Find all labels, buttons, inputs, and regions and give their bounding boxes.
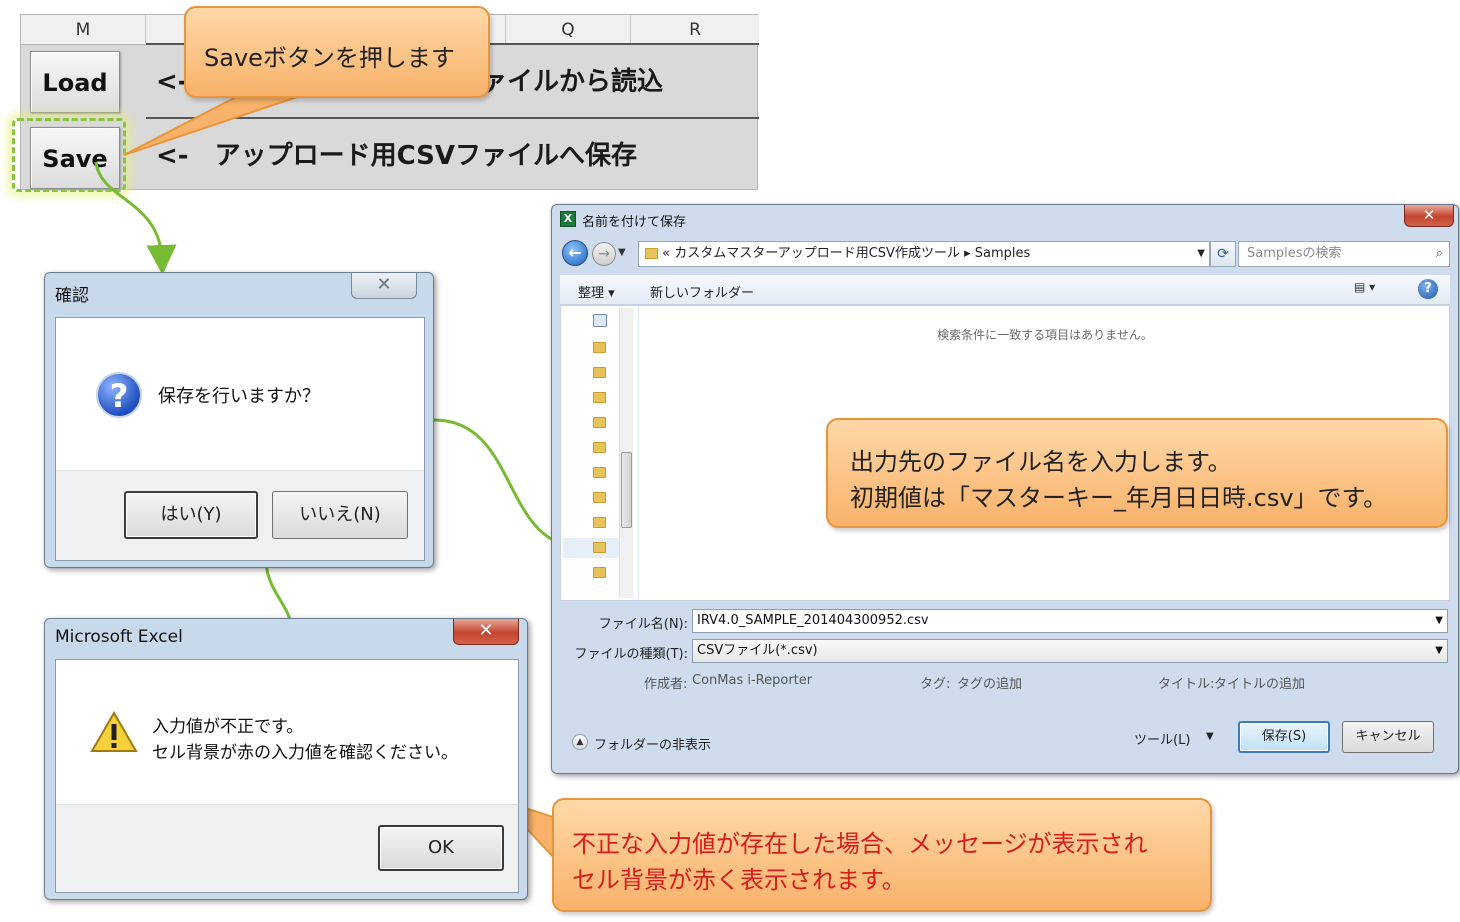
view-options-icon[interactable]: ▤ ▾	[1354, 280, 1386, 298]
tree-scrollbar-thumb[interactable]	[621, 452, 632, 528]
excel-dialog-body: 入力値が不正です。 セル背景が赤の入力値を確認ください。 OK	[55, 659, 519, 893]
callout-error-explanation: 不正な入力値が存在した場合、メッセージが表示され セル背景が赤く表示されます。	[552, 798, 1212, 912]
breadcrumb-separator-icon: ▸	[964, 246, 971, 261]
no-button[interactable]: いいえ(N)	[272, 491, 408, 539]
help-icon[interactable]: ?	[1418, 279, 1438, 299]
confirm-close-button[interactable]: ✕	[351, 273, 417, 299]
save-as-cancel-button[interactable]: キャンセル	[1342, 721, 1434, 753]
address-bar[interactable]: « カスタムマスターアップロード用CSV作成ツール ▸ Samples ▼	[638, 241, 1210, 267]
callout-tail-save	[123, 95, 301, 156]
navigation-tree	[561, 306, 639, 600]
filename-input[interactable]: IRV4.0_SAMPLE_201404300952.csv ▼	[692, 609, 1448, 633]
save-as-title: 名前を付けて保存	[582, 215, 687, 230]
filetype-value: CSVファイル(*.csv)	[697, 643, 818, 658]
title-field-label: タイトル:	[1158, 677, 1215, 692]
folder-icon[interactable]	[593, 367, 606, 378]
recycle-bin-icon	[593, 314, 607, 327]
tools-menu[interactable]: ツール(L)	[1134, 729, 1190, 748]
empty-results-message: 検索条件に一致する項目はありません。	[937, 328, 1153, 342]
selected-tree-item[interactable]	[563, 538, 619, 558]
confirm-dialog-footer: はい(Y) いいえ(N)	[56, 470, 424, 560]
folder-icon[interactable]	[593, 417, 606, 428]
excel-message-line2: セル背景が赤の入力値を確認ください。	[152, 743, 458, 763]
refresh-icon[interactable]: ⟳	[1210, 241, 1236, 267]
address-dropdown-icon[interactable]: ▼	[1197, 242, 1205, 266]
filename-label: ファイル名(N):	[598, 617, 688, 632]
folder-icon[interactable]	[593, 467, 606, 478]
folder-icon[interactable]	[593, 342, 606, 353]
callout-error-line2: セル背景が赤く表示されます。	[572, 866, 906, 894]
author-label: 作成者:	[644, 677, 688, 692]
folder-icon[interactable]	[593, 392, 606, 403]
filetype-select[interactable]: CSVファイル(*.csv) ▼	[692, 639, 1448, 663]
save-as-save-button[interactable]: 保存(S)	[1238, 721, 1330, 753]
excel-message-line1: 入力値が不正です。	[152, 717, 304, 737]
warning-icon	[90, 711, 138, 752]
callout-save-text: Saveボタンを押します	[204, 44, 455, 72]
excel-app-icon: X	[560, 211, 576, 227]
search-input[interactable]: Samplesの検索 ⌕	[1238, 241, 1450, 267]
author-value[interactable]: ConMas i-Reporter	[692, 673, 812, 688]
confirm-message: 保存を行いますか？	[158, 386, 320, 407]
callout-filename-line2: 初期値は「マスターキー_年月日日時.csv」です。	[850, 484, 1388, 512]
tags-value[interactable]: タグの追加	[957, 673, 1022, 692]
breadcrumb-folder[interactable]: カスタムマスターアップロード用CSV作成ツール	[674, 246, 960, 261]
callout-save-instruction: Saveボタンを押します	[184, 6, 490, 98]
callout-filename-explanation: 出力先のファイル名を入力します。 初期値は「マスターキー_年月日日時.csv」で…	[826, 418, 1448, 528]
arrow-save-to-confirm	[94, 161, 177, 275]
callout-error-line1: 不正な入力値が存在した場合、メッセージが表示され	[572, 830, 1148, 858]
confirm-dialog-body: ? 保存を行いますか？ はい(Y) いいえ(N)	[55, 317, 425, 561]
hide-folders-button[interactable]: フォルダーの非表示	[594, 734, 711, 753]
filetype-label: ファイルの種類(T):	[574, 647, 688, 662]
confirm-dialog: 確認 ✕ ? 保存を行いますか？ はい(Y) いいえ(N)	[44, 272, 434, 568]
excel-close-button[interactable]: ✕	[453, 619, 519, 645]
confirm-dialog-title: 確認	[55, 286, 89, 306]
ok-button[interactable]: OK	[378, 825, 504, 871]
folder-icon	[645, 248, 658, 259]
forward-arrow-icon[interactable]: →	[592, 242, 616, 266]
tools-dropdown-icon[interactable]: ▼	[1206, 731, 1214, 742]
close-icon: ✕	[1422, 206, 1436, 224]
filename-dropdown-icon[interactable]: ▼	[1435, 610, 1443, 632]
search-icon: ⌕	[1435, 246, 1443, 261]
breadcrumb-prefix: «	[662, 246, 671, 261]
title-field-value[interactable]: タイトルの追加	[1214, 673, 1305, 692]
breadcrumb-current[interactable]: Samples	[975, 246, 1031, 261]
tutorial-canvas: M Q R <- アップロード用CSVファイルから読込 <- アップロード用CS…	[0, 0, 1460, 922]
back-arrow-icon[interactable]: ←	[562, 240, 588, 266]
filename-value: IRV4.0_SAMPLE_201404300952.csv	[697, 613, 929, 628]
close-icon: ✕	[376, 274, 392, 295]
folder-icon[interactable]	[593, 567, 606, 578]
history-dropdown-icon[interactable]: ▼	[618, 247, 626, 258]
folder-icon[interactable]	[593, 542, 606, 553]
save-as-close-button[interactable]: ✕	[1404, 205, 1454, 227]
folder-icon[interactable]	[593, 492, 606, 503]
excel-dialog-title: Microsoft Excel	[55, 627, 183, 647]
close-icon: ✕	[478, 620, 494, 641]
excel-dialog-footer: OK	[56, 804, 518, 892]
collapse-chevron-icon[interactable]: ▲	[572, 734, 588, 750]
folder-icon[interactable]	[593, 517, 606, 528]
question-icon: ?	[96, 372, 142, 418]
new-folder-button[interactable]: 新しいフォルダー	[650, 282, 754, 301]
search-placeholder: Samplesの検索	[1247, 246, 1342, 261]
tree-scrollbar[interactable]	[619, 308, 633, 598]
folder-icon[interactable]	[593, 442, 606, 453]
callout-filename-line1: 出力先のファイル名を入力します。	[850, 448, 1232, 476]
command-toolbar: 整理 ▾ 新しいフォルダー ▤ ▾ ?	[560, 275, 1450, 305]
tags-label: タグ:	[920, 677, 951, 692]
excel-error-dialog: Microsoft Excel ✕ 入力値が不正です。 セル背景が赤の入力値を確…	[44, 618, 528, 900]
organize-menu[interactable]: 整理 ▾	[578, 282, 615, 301]
filetype-dropdown-icon[interactable]: ▼	[1435, 640, 1443, 662]
yes-button[interactable]: はい(Y)	[124, 491, 258, 539]
